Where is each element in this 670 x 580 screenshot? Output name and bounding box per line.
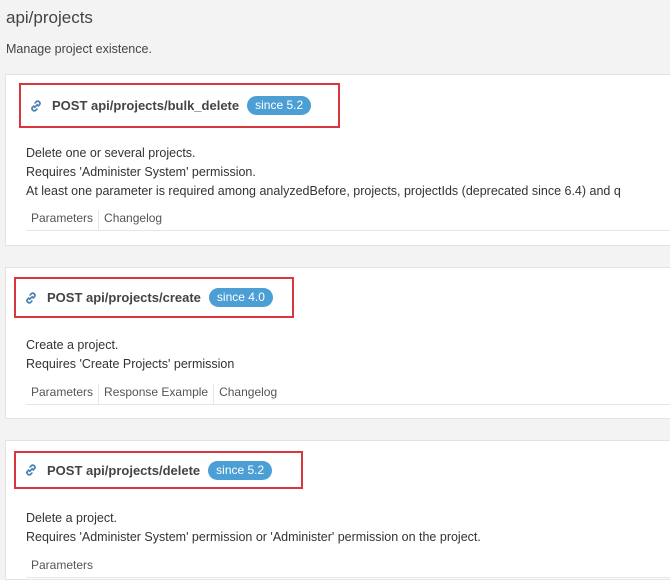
endpoint-title: POST api/projects/create: [47, 290, 201, 305]
tab-changelog[interactable]: Changelog: [99, 210, 167, 230]
endpoint-description-line: Requires 'Administer System' permission.: [26, 165, 256, 179]
endpoint-description-line: Requires 'Administer System' permission …: [26, 530, 481, 544]
link-icon: [26, 291, 36, 304]
tab-parameters[interactable]: Parameters: [26, 210, 100, 230]
endpoint-header[interactable]: POST api/projects/delete since 5.2: [14, 451, 303, 489]
endpoint-header[interactable]: POST api/projects/bulk_delete since 5.2: [19, 83, 340, 128]
endpoint-description-line: Requires 'Create Projects' permission: [26, 357, 235, 371]
tab-changelog[interactable]: Changelog: [214, 384, 282, 404]
endpoint-title: POST api/projects/delete: [47, 462, 201, 478]
page-title: api/projects: [6, 8, 93, 27]
endpoint-title: POST api/projects/bulk_delete: [52, 98, 240, 113]
endpoint-header[interactable]: POST api/projects/create since 4.0: [14, 277, 294, 318]
endpoint-card-create: POST api/projects/create since 4.0 Creat…: [5, 267, 670, 419]
link-icon: [26, 464, 36, 476]
tab-response-example[interactable]: Response Example: [99, 384, 215, 404]
since-badge: since 5.2: [247, 96, 312, 115]
link-icon: [31, 99, 41, 112]
page-description: Manage project existence.: [6, 42, 152, 56]
endpoint-description-line: Delete one or several projects.: [26, 146, 196, 160]
endpoint-tabs: Parameters: [26, 557, 670, 578]
endpoint-description-line: At least one parameter is required among…: [26, 184, 621, 198]
since-badge: since 4.0: [208, 288, 273, 307]
endpoint-description-line: Delete a project.: [26, 511, 118, 525]
tab-parameters[interactable]: Parameters: [26, 557, 98, 577]
endpoint-card-delete: POST api/projects/delete since 5.2 Delet…: [5, 440, 670, 580]
since-badge: since 5.2: [208, 460, 273, 480]
endpoint-description-line: Create a project.: [26, 338, 119, 352]
endpoint-card-bulk-delete: POST api/projects/bulk_delete since 5.2 …: [5, 74, 670, 246]
endpoint-tabs: Parameters Changelog: [26, 210, 670, 231]
endpoint-tabs: Parameters Response Example Changelog: [26, 384, 670, 405]
tab-parameters[interactable]: Parameters: [26, 384, 100, 404]
